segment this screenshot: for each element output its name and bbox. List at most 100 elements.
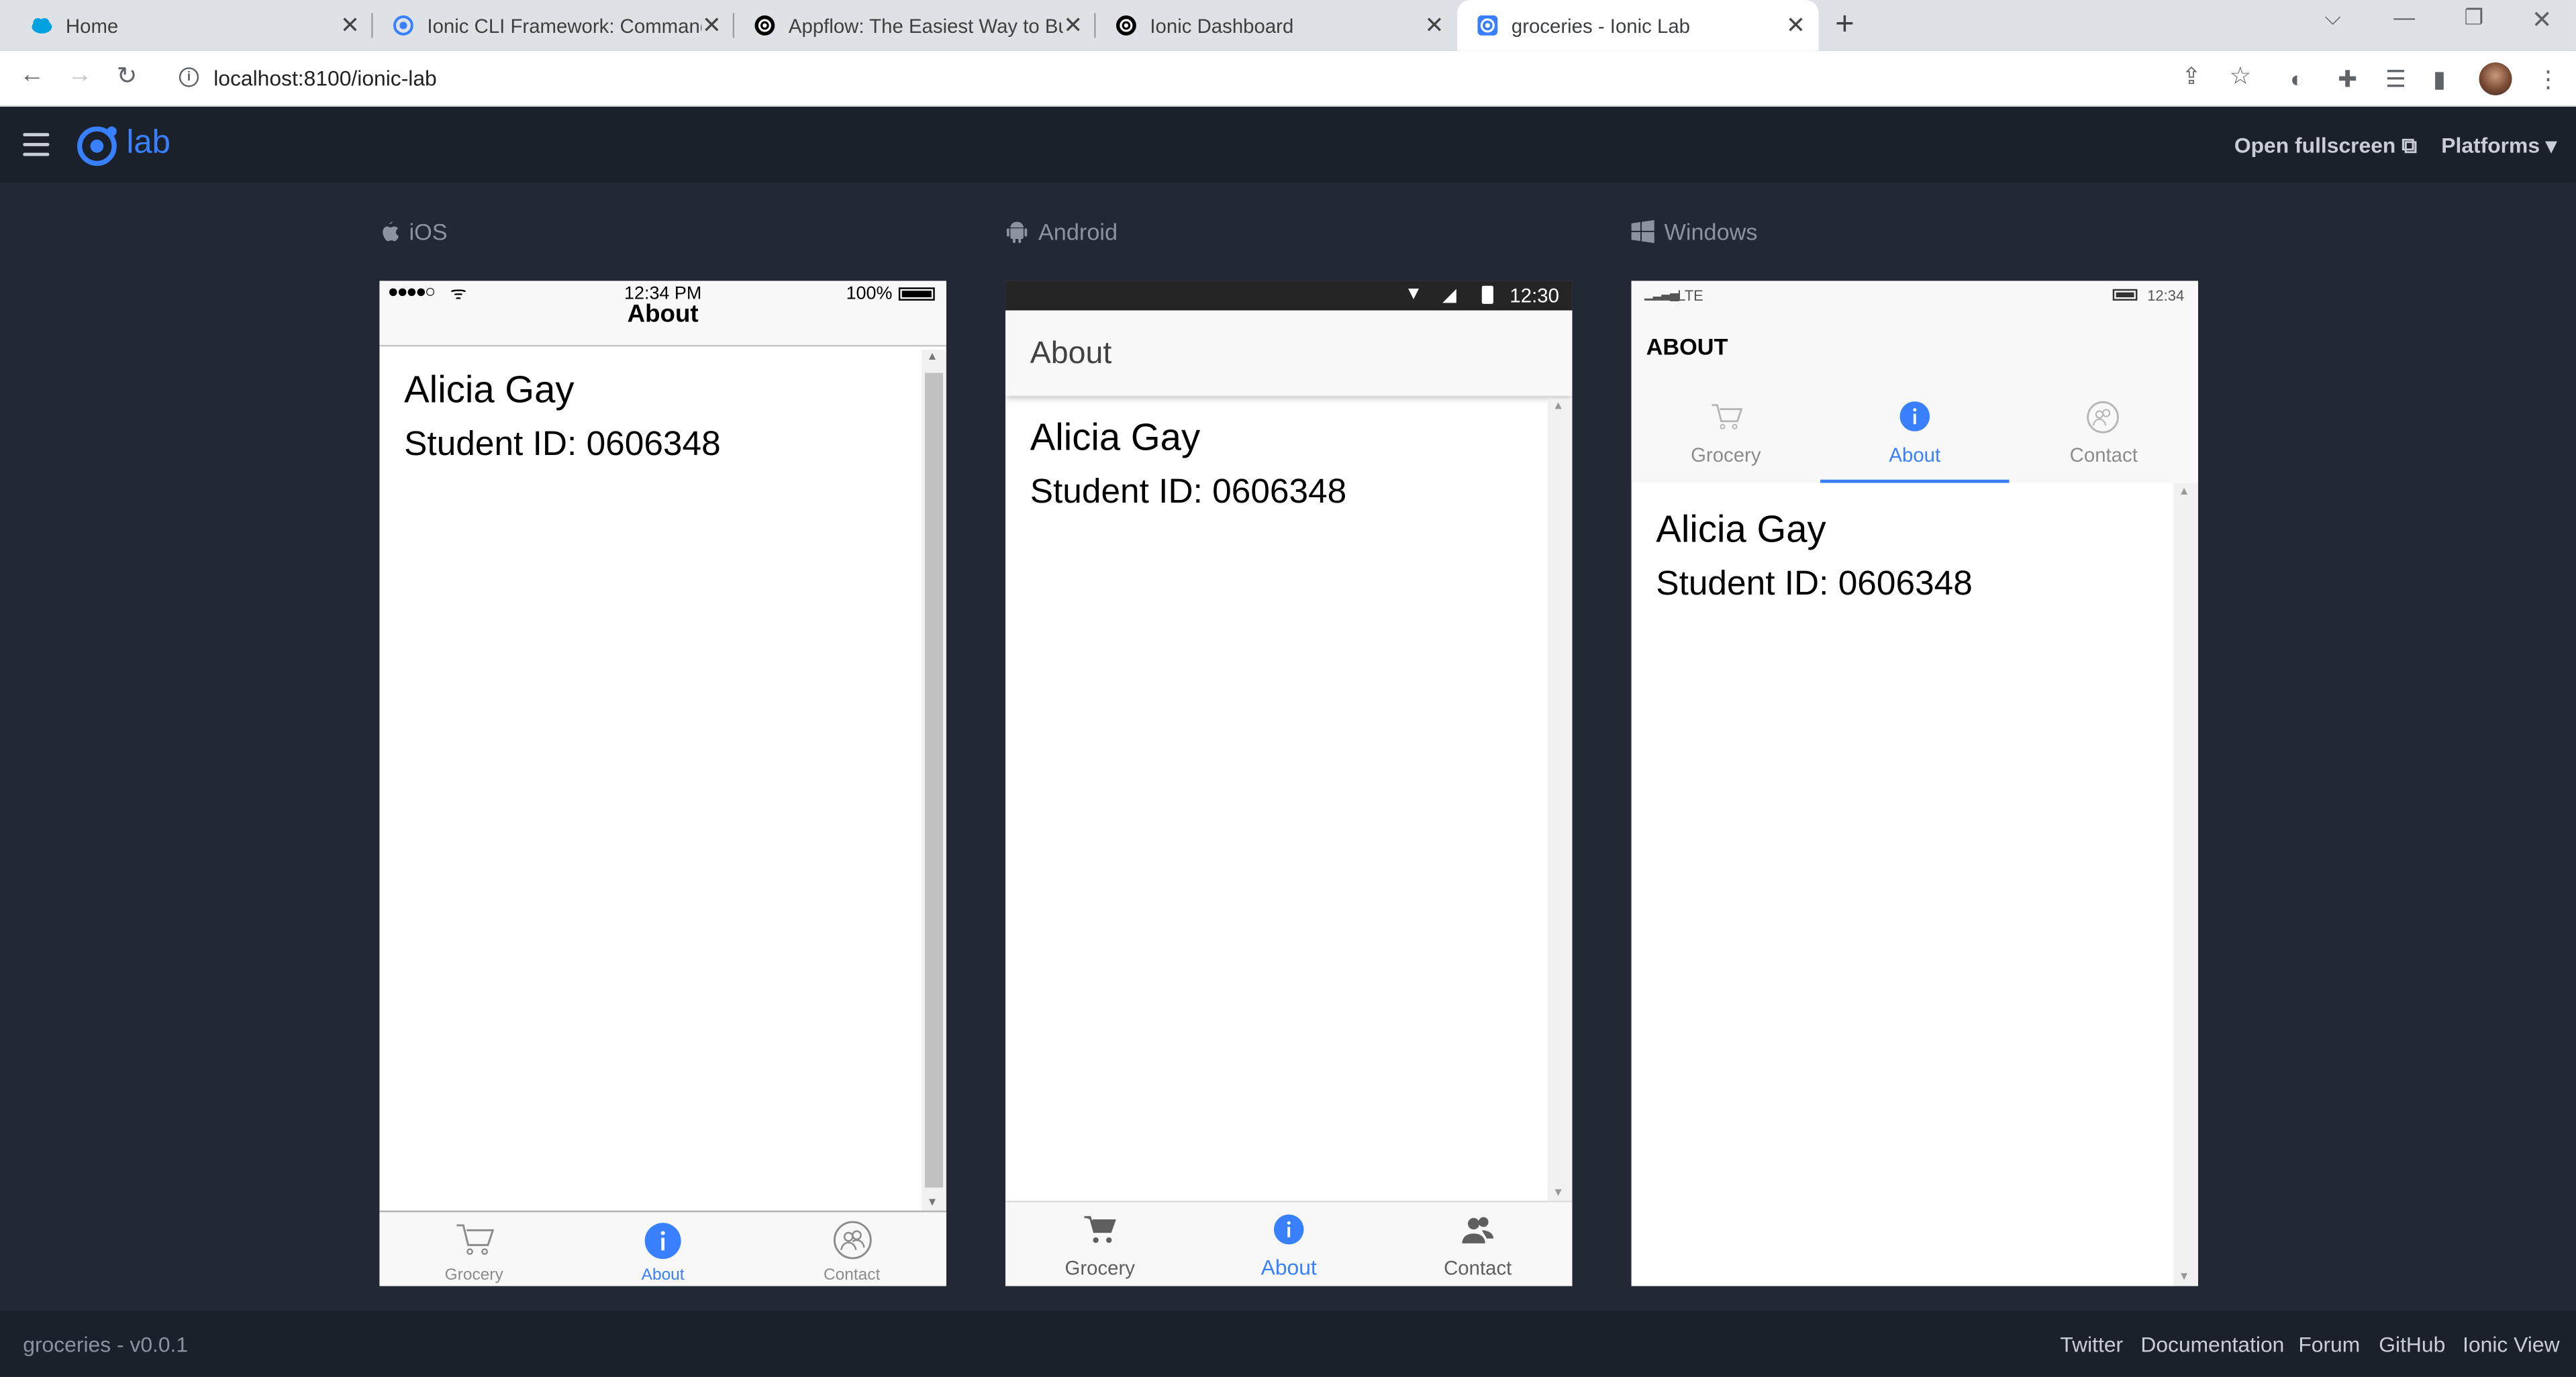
browser-tab-ionic-cli[interactable]: Ionic CLI Framework: Command- ✕ <box>373 0 735 51</box>
ionic-lab-icon <box>1477 15 1498 36</box>
tab-contact[interactable]: Contact <box>2010 396 2198 483</box>
scroll-up-arrow-icon[interactable]: ▲ <box>1552 401 1564 412</box>
tab-about[interactable]: About <box>1194 1203 1383 1286</box>
share-icon[interactable]: ⇪ <box>2182 62 2201 91</box>
scroll-up-arrow-icon[interactable]: ▲ <box>927 352 938 363</box>
tab-label: Grocery <box>1064 1256 1135 1280</box>
reading-list-icon[interactable]: ☰ <box>2385 66 2406 94</box>
tab-title: Ionic CLI Framework: Command- <box>427 13 702 38</box>
reload-icon[interactable]: ↻ <box>117 61 138 91</box>
site-info-icon[interactable]: i <box>179 67 199 87</box>
battery-icon <box>2112 289 2138 301</box>
open-fullscreen-link[interactable]: Open fullscreen ⧉ <box>2234 133 2417 159</box>
close-tab-icon[interactable]: ✕ <box>702 11 722 40</box>
side-panel-icon[interactable]: ▮ <box>2433 66 2446 94</box>
footer-link-forum[interactable]: Forum <box>2298 1332 2360 1357</box>
student-id: Student ID: 0606348 <box>1030 472 1347 511</box>
contacts-outline-icon <box>2087 401 2119 434</box>
tab-about[interactable]: About <box>1820 396 2010 483</box>
scrollbar[interactable]: ▲ ▼ <box>1547 399 1573 1201</box>
platforms-label: Platforms <box>2441 133 2540 158</box>
platform-label-text: Windows <box>1664 218 1758 245</box>
ios-navbar: ●●●●○ ᯤ 12:34 PM 100% About <box>379 280 946 347</box>
windows-status-time: 12:34 <box>2147 287 2185 304</box>
browser-tab-home[interactable]: Home ✕ <box>0 0 373 51</box>
tab-grocery[interactable]: Grocery <box>1005 1203 1194 1286</box>
ios-page-title: About <box>627 300 699 329</box>
minimize-window-button[interactable]: — <box>2393 5 2415 30</box>
windows-icon <box>1631 219 1654 244</box>
platform-label-ios: iOS <box>379 219 448 245</box>
tab-contact[interactable]: Contact <box>757 1212 946 1286</box>
close-tab-icon[interactable]: ✕ <box>1786 11 1805 40</box>
tab-about[interactable]: About <box>568 1212 757 1286</box>
wifi-icon: ▼ <box>1404 284 1423 304</box>
footer-link-documentation[interactable]: Documentation <box>2140 1332 2284 1357</box>
scroll-down-arrow-icon[interactable]: ▼ <box>1552 1188 1564 1199</box>
address-bar[interactable]: i localhost:8100/ionic-lab ⇪ ☆ <box>164 57 2274 101</box>
platforms-dropdown[interactable]: Platforms ▾ <box>2441 133 2557 159</box>
appflow-icon <box>754 15 775 36</box>
hamburger-menu-icon[interactable] <box>23 133 50 156</box>
scrollbar[interactable]: ▲ ▼ <box>2173 482 2199 1286</box>
extensions-puzzle-icon[interactable]: ✚ <box>2338 66 2357 94</box>
network-type: LTE <box>1677 287 1703 304</box>
footer-link-github[interactable]: GitHub <box>2379 1332 2445 1357</box>
tab-title: Ionic Dashboard <box>1150 13 1294 38</box>
platform-label-text: Android <box>1038 218 1118 245</box>
tab-label: About <box>641 1266 685 1285</box>
tab-label: About <box>1260 1255 1317 1280</box>
ios-device-preview: ●●●●○ ᯤ 12:34 PM 100% About Alicia Gay S… <box>379 280 946 1286</box>
windows-device-preview: ▁▂▃▄ LTE 12:34 ABOUT Grocery About Conta… <box>1631 280 2199 1286</box>
url-text: localhost:8100/ionic-lab <box>213 65 437 91</box>
close-tab-icon[interactable]: ✕ <box>340 11 360 40</box>
profile-avatar[interactable] <box>2479 62 2512 95</box>
tab-label: Grocery <box>444 1266 503 1285</box>
scroll-down-arrow-icon[interactable]: ▼ <box>2179 1272 2190 1283</box>
caret-down-icon: ▾ <box>2545 133 2557 158</box>
tab-label: Grocery <box>1691 443 1761 467</box>
restore-window-button[interactable]: ❐ <box>2465 5 2484 31</box>
forward-arrow-icon[interactable]: → <box>67 61 92 89</box>
extension-circle-icon[interactable]: ◐ <box>2290 66 2304 92</box>
footer-link-twitter[interactable]: Twitter <box>2060 1332 2123 1357</box>
contacts-icon <box>1462 1217 1493 1243</box>
tab-label: Contact <box>1444 1256 1512 1280</box>
new-tab-button[interactable]: + <box>1835 7 1854 44</box>
browser-menu-icon[interactable]: ⋮ <box>2536 66 2559 94</box>
tab-search-chevron-icon[interactable]: ⌵ <box>2324 5 2340 31</box>
bookmark-star-icon[interactable]: ☆ <box>2230 61 2252 91</box>
tab-title: groceries - Ionic Lab <box>1511 13 1691 38</box>
tab-title: Home <box>65 13 119 38</box>
student-id: Student ID: 0606348 <box>404 425 721 464</box>
tab-contact[interactable]: Contact <box>1383 1203 1572 1286</box>
close-window-button[interactable]: ✕ <box>2532 5 2553 35</box>
scroll-up-arrow-icon[interactable]: ▲ <box>2179 487 2190 498</box>
ionic-lab-footer: groceries - v0.0.1 Twitter Documentation… <box>0 1311 2576 1377</box>
android-device-preview: ▼ ◢ 12:30 About Alicia Gay Student ID: 0… <box>1005 280 1573 1286</box>
tab-grocery[interactable]: Grocery <box>379 1212 568 1286</box>
ios-tab-bar: Grocery About Contact <box>379 1210 946 1286</box>
close-tab-icon[interactable]: ✕ <box>1424 11 1444 40</box>
cell-signal-icon: ▁▂▃▄ <box>1644 285 1679 301</box>
browser-tab-ionic-dashboard[interactable]: Ionic Dashboard ✕ <box>1096 0 1457 51</box>
footer-link-ionic-view[interactable]: Ionic View <box>2463 1332 2559 1357</box>
close-tab-icon[interactable]: ✕ <box>1063 11 1083 40</box>
back-arrow-icon[interactable]: ← <box>19 61 44 89</box>
browser-tab-strip: Home ✕ Ionic CLI Framework: Command- ✕ A… <box>0 0 2576 51</box>
android-status-bar: ▼ ◢ 12:30 <box>1005 280 1573 311</box>
android-page-title: About <box>1030 336 1112 372</box>
app-version: groceries - v0.0.1 <box>23 1332 189 1357</box>
scrollbar[interactable]: ▲ ▼ <box>922 350 946 1211</box>
scroll-down-arrow-icon[interactable]: ▼ <box>927 1197 938 1209</box>
tab-grocery[interactable]: Grocery <box>1632 396 1820 483</box>
browser-tab-appflow[interactable]: Appflow: The Easiest Way to Buil ✕ <box>734 0 1096 51</box>
apple-icon <box>383 221 399 242</box>
student-name: Alicia Gay <box>1030 415 1201 458</box>
browser-toolbar: ← → ↻ i localhost:8100/ionic-lab ⇪ ☆ ◐ ✚… <box>0 50 2576 107</box>
tab-title: Appflow: The Easiest Way to Buil <box>788 13 1064 38</box>
android-toolbar: About <box>1005 310 1573 396</box>
browser-tab-ionic-lab[interactable]: groceries - Ionic Lab ✕ <box>1457 0 1819 51</box>
ionic-logo-icon <box>77 126 117 166</box>
scrollbar-thumb[interactable] <box>925 372 943 1188</box>
